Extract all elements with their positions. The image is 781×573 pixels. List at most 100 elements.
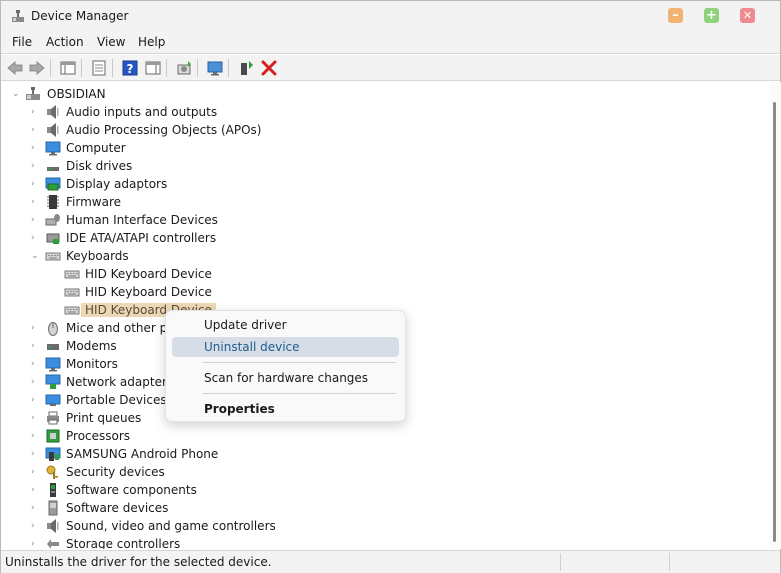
collapse-chevron-icon[interactable]: ⌄ (12, 88, 22, 100)
device-manager-icon (12, 10, 24, 22)
add-legacy-hardware-icon[interactable] (237, 59, 255, 77)
tree-category[interactable]: › IDE ATA/ATAPI controllers (1, 229, 770, 247)
expand-chevron-icon[interactable]: › (31, 448, 41, 460)
properties-sheet-icon[interactable] (90, 59, 108, 77)
speaker-icon (47, 105, 59, 119)
portable-device-icon (45, 394, 61, 406)
keyboard-icon (64, 288, 80, 297)
uninstall-x-icon[interactable] (260, 59, 278, 77)
tree-category[interactable]: › Sound, video and game controllers (1, 517, 770, 535)
title-bar[interactable]: Device Manager – + ✕ (1, 1, 780, 32)
context-menu: Update driver Uninstall device Scan for … (165, 310, 406, 422)
tree-item-label: SAMSUNG Android Phone (66, 447, 219, 461)
display-adapter-icon (45, 177, 61, 191)
scrollbar-thumb[interactable] (773, 102, 776, 542)
scan-hardware-monitor-icon[interactable] (206, 59, 224, 77)
tree-item-label: IDE ATA/ATAPI controllers (66, 231, 217, 245)
close-button[interactable]: ✕ (740, 8, 755, 23)
menu-help[interactable]: Help (138, 35, 165, 49)
back-arrow-icon[interactable] (6, 59, 24, 77)
tree-item-label: Mice and other poi (66, 321, 178, 335)
uninstall-device-menu-item[interactable]: Uninstall device (172, 337, 399, 357)
toolbar: ? (1, 55, 780, 81)
tree-device-keyboard[interactable]: HID Keyboard Device (1, 283, 770, 301)
modem-icon (47, 344, 59, 350)
expand-chevron-icon[interactable]: › (31, 394, 41, 406)
help-icon[interactable]: ? (121, 59, 139, 77)
tree-category[interactable]: › Firmware (1, 193, 770, 211)
device-manager-window: Device Manager – + ✕ File Action View He… (0, 0, 781, 573)
tree-category[interactable]: › Processors (1, 427, 770, 445)
expand-chevron-icon[interactable]: › (31, 358, 41, 370)
update-driver-menu-item[interactable]: Update driver (172, 315, 399, 335)
tree-root[interactable]: ⌄ OBSIDIAN (1, 85, 770, 103)
tree-category[interactable]: › Software devices (1, 499, 770, 517)
expand-chevron-icon[interactable]: › (31, 322, 41, 334)
status-divider (669, 553, 670, 571)
tree-category[interactable]: › Software components (1, 481, 770, 499)
tree-item-label: Audio Processing Objects (APOs) (66, 123, 262, 137)
menu-view[interactable]: View (97, 35, 125, 49)
tree-category[interactable]: › Human Interface Devices (1, 211, 770, 229)
expand-chevron-icon[interactable]: › (31, 160, 41, 172)
minimize-button[interactable]: – (668, 8, 683, 23)
tree-category[interactable]: › Audio Processing Objects (APOs) (1, 121, 770, 139)
tree-item-label: Display adaptors (66, 177, 168, 191)
expand-chevron-icon[interactable]: › (31, 484, 41, 496)
tree-category[interactable]: › Computer (1, 139, 770, 157)
tree-category[interactable]: › Display adaptors (1, 175, 770, 193)
expand-chevron-icon[interactable]: › (31, 142, 41, 154)
ide-controller-icon (46, 233, 60, 244)
tree-category[interactable]: › Storage controllers (1, 535, 770, 549)
tree-item-label: Modems (66, 339, 117, 353)
key-icon (46, 465, 58, 479)
toolbar-separator (197, 59, 198, 77)
action-pane-icon[interactable] (144, 59, 162, 77)
expand-chevron-icon[interactable]: › (31, 520, 41, 532)
tree-category[interactable]: ⌄ Keyboards (1, 247, 770, 265)
tree-category[interactable]: › Disk drives (1, 157, 770, 175)
software-device-icon (48, 500, 58, 516)
expand-chevron-icon[interactable]: › (31, 376, 41, 388)
disk-drive-icon (47, 167, 59, 171)
expand-chevron-icon[interactable]: › (31, 430, 41, 442)
software-component-icon (50, 483, 56, 497)
expand-chevron-icon[interactable]: › (31, 196, 41, 208)
expand-chevron-icon[interactable]: › (31, 214, 41, 226)
tree-device-keyboard[interactable]: HID Keyboard Device (1, 265, 770, 283)
context-menu-separator (203, 362, 396, 363)
menu-bar: File Action View Help (1, 32, 780, 54)
window-title: Device Manager (31, 9, 129, 23)
expand-chevron-icon[interactable]: › (31, 466, 41, 478)
expand-chevron-icon[interactable]: › (31, 502, 41, 514)
tree-item-label: Security devices (66, 465, 165, 479)
toolbar-separator (166, 59, 167, 77)
tree-category[interactable]: › Security devices (1, 463, 770, 481)
expand-chevron-icon[interactable]: › (31, 538, 41, 549)
vertical-scrollbar[interactable] (770, 82, 781, 549)
expand-chevron-icon[interactable]: › (31, 232, 41, 244)
expand-chevron-icon[interactable]: › (31, 124, 41, 136)
network-icon (45, 374, 61, 389)
tree-item-label: Audio inputs and outputs (66, 105, 218, 119)
mouse-icon (48, 322, 58, 336)
svg-text:?: ? (127, 62, 134, 76)
collapse-chevron-icon[interactable]: ⌄ (31, 250, 41, 262)
update-driver-icon[interactable] (175, 59, 193, 77)
menu-file[interactable]: File (12, 35, 32, 49)
properties-menu-item[interactable]: Properties (172, 399, 399, 419)
tree-category[interactable]: › Audio inputs and outputs (1, 103, 770, 121)
expand-chevron-icon[interactable]: › (31, 340, 41, 352)
expand-chevron-icon[interactable]: › (31, 178, 41, 190)
tree-category[interactable]: › SAMSUNG Android Phone (1, 445, 770, 463)
monitor-icon (45, 141, 61, 156)
show-hide-console-tree-icon[interactable] (59, 59, 77, 77)
expand-chevron-icon[interactable]: › (31, 412, 41, 424)
scan-hardware-menu-item[interactable]: Scan for hardware changes (172, 368, 399, 388)
expand-chevron-icon[interactable]: › (31, 106, 41, 118)
forward-arrow-icon[interactable] (28, 59, 46, 77)
firmware-chip-icon (47, 195, 59, 209)
menu-action[interactable]: Action (46, 35, 84, 49)
maximize-button[interactable]: + (704, 8, 719, 23)
tree-item-label: Network adapters (66, 375, 174, 389)
